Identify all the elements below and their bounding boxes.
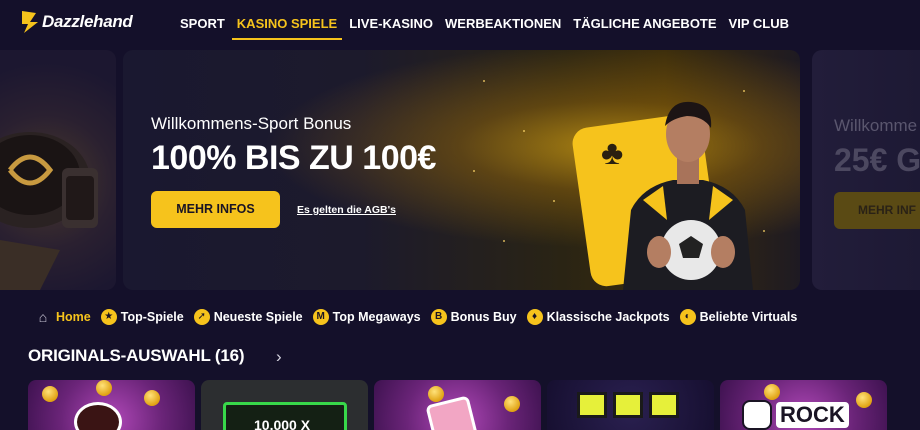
next-slide-title: 25€ G bbox=[834, 142, 920, 178]
category-neueste-spiele[interactable]: ➚ Neueste Spiele bbox=[193, 309, 303, 325]
neon-sign: 10.000 X bbox=[223, 402, 347, 430]
carousel-next-slide[interactable]: Willkomme 25€ G MEHR INF bbox=[812, 50, 920, 290]
banner-title: 100% BIS ZU 100€ bbox=[151, 139, 436, 177]
bonus-buy-icon: B bbox=[430, 309, 447, 325]
logo[interactable]: Dazzlehand bbox=[20, 9, 133, 35]
nav-sport[interactable]: SPORT bbox=[180, 16, 225, 40]
sparkle bbox=[503, 240, 505, 242]
section-title[interactable]: ORIGINALS-AUSWAHL (16) bbox=[28, 346, 244, 366]
football-player-illustration bbox=[623, 101, 753, 290]
rock-title: ROCK bbox=[776, 402, 849, 428]
block-icon bbox=[613, 392, 643, 418]
game-tile-10000[interactable]: 10.000 X bbox=[201, 380, 368, 430]
coin-icon bbox=[856, 392, 872, 408]
nav-kasino-spiele[interactable]: KASINO SPIELE bbox=[231, 16, 343, 40]
category-label: Neueste Spiele bbox=[213, 310, 303, 324]
category-beliebte-virtuals[interactable]: ◐ Beliebte Virtuals bbox=[679, 309, 798, 325]
nav-taegliche-angebote[interactable]: TÄGLICHE ANGEBOTE bbox=[573, 16, 716, 40]
coin-icon bbox=[504, 396, 520, 412]
game-tile-dice[interactable] bbox=[374, 380, 541, 430]
sparkle bbox=[553, 200, 555, 202]
jackpot-icon: ♦ bbox=[526, 309, 543, 325]
block-icon bbox=[649, 392, 679, 418]
site-header: Dazzlehand SPORT KASINO SPIELE LIVE-KASI… bbox=[0, 0, 920, 48]
home-icon: ⌂ bbox=[38, 309, 48, 325]
next-slide-subtitle: Willkomme bbox=[834, 116, 918, 135]
category-label: Beliebte Virtuals bbox=[699, 310, 798, 324]
category-label: Bonus Buy bbox=[450, 310, 517, 324]
chevron-right-icon[interactable]: › bbox=[276, 347, 282, 367]
category-label: Home bbox=[56, 310, 91, 324]
category-bonus-buy[interactable]: B Bonus Buy bbox=[430, 309, 517, 325]
virtuals-icon: ◐ bbox=[679, 309, 696, 325]
block-icon bbox=[577, 392, 607, 418]
logo-text: Dazzlehand bbox=[42, 12, 133, 31]
coin-icon bbox=[428, 386, 444, 402]
category-home[interactable]: ⌂ Home bbox=[34, 309, 91, 325]
category-klassische-jackpots[interactable]: ♦ Klassische Jackpots bbox=[526, 309, 670, 325]
more-info-button[interactable]: MEHR INFOS bbox=[151, 191, 280, 228]
terms-link[interactable]: Es gelten die AGB's bbox=[297, 204, 396, 216]
coin-icon bbox=[764, 384, 780, 400]
banner-subtitle: Willkommens-Sport Bonus bbox=[151, 114, 352, 133]
category-top-spiele[interactable]: ★ Top-Spiele bbox=[100, 309, 184, 325]
nav-werbeaktionen[interactable]: WERBEAKTIONEN bbox=[445, 16, 561, 40]
game-tile-blocks[interactable] bbox=[547, 380, 714, 430]
category-label: Top Megaways bbox=[332, 310, 421, 324]
coin-icon bbox=[96, 380, 112, 396]
star-icon: ★ bbox=[100, 309, 117, 325]
category-label: Top-Spiele bbox=[120, 310, 184, 324]
next-slide-button[interactable]: MEHR INF bbox=[834, 192, 920, 229]
category-label: Klassische Jackpots bbox=[546, 310, 670, 324]
fist-icon bbox=[742, 400, 772, 430]
category-bar: ⌂ Home ★ Top-Spiele ➚ Neueste Spiele M T… bbox=[34, 309, 807, 325]
megaways-icon: M bbox=[312, 309, 329, 325]
sparkle bbox=[483, 80, 485, 82]
nav-vip-club[interactable]: VIP CLUB bbox=[729, 16, 789, 40]
promo-banner: Willkommens-Sport Bonus 100% BIS ZU 100€… bbox=[123, 50, 800, 290]
sparkle bbox=[523, 130, 525, 132]
game-tile-rock[interactable]: ROCK bbox=[720, 380, 887, 430]
carousel-prev-slide[interactable] bbox=[0, 50, 116, 290]
bomb-icon bbox=[74, 402, 122, 430]
main-nav: SPORT KASINO SPIELE LIVE-KASINO WERBEAKT… bbox=[180, 16, 801, 40]
logo-mark-icon bbox=[22, 11, 38, 33]
coin-icon bbox=[144, 390, 160, 406]
rocket-icon: ➚ bbox=[193, 309, 210, 325]
sparkle bbox=[473, 170, 475, 172]
category-top-megaways[interactable]: M Top Megaways bbox=[312, 309, 421, 325]
slot-machine-illustration bbox=[0, 132, 98, 290]
coin-icon bbox=[42, 386, 58, 402]
nav-live-kasino[interactable]: LIVE-KASINO bbox=[349, 16, 433, 40]
game-tile-bomb[interactable] bbox=[28, 380, 195, 430]
